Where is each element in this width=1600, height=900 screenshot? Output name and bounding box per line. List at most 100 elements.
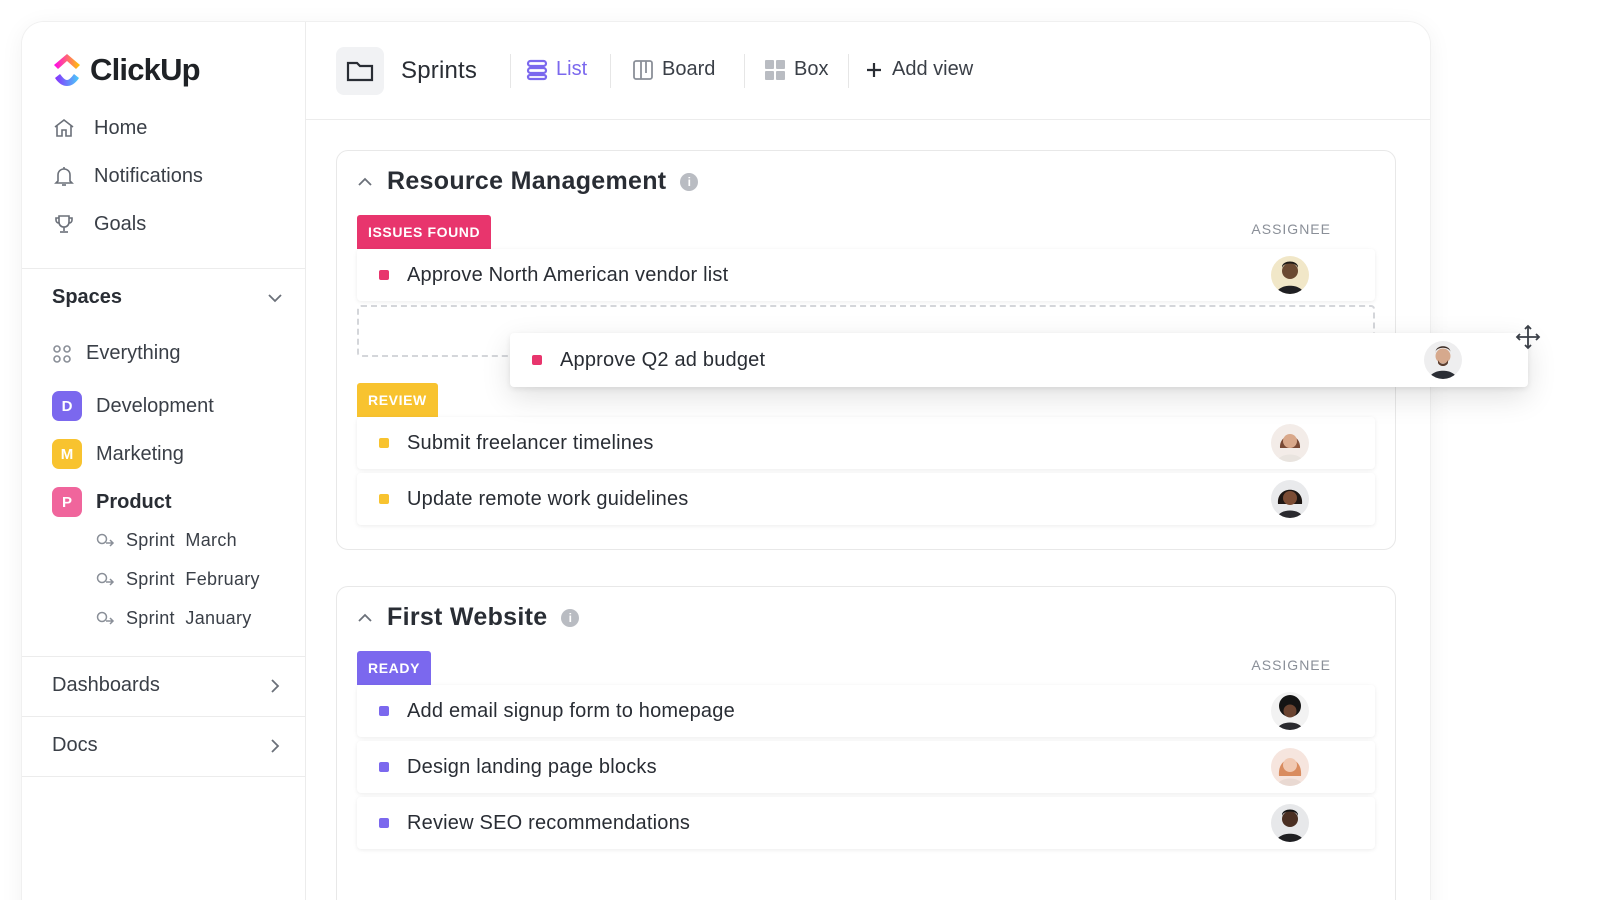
tab-label: List [556, 58, 588, 80]
avatar[interactable] [1271, 804, 1309, 842]
sidebar-item-home[interactable]: Home [52, 116, 147, 140]
page-title: Sprints [401, 57, 478, 84]
avatar[interactable] [1271, 424, 1309, 462]
assignee-column-header: ASSIGNEE [1251, 221, 1331, 237]
info-icon[interactable]: i [680, 172, 699, 191]
task-name: Approve Q2 ad budget [560, 348, 766, 371]
sidebar-divider [22, 268, 306, 269]
sprint-label: Sprint January [126, 608, 252, 628]
sidebar-item-label: Development [96, 394, 214, 417]
tab-board[interactable]: Board [632, 58, 715, 81]
sidebar-item-label: Dashboards [52, 674, 160, 696]
task-status-dot [379, 438, 389, 448]
status-badge[interactable]: READY [357, 651, 432, 685]
assignee-column-header: ASSIGNEE [1251, 657, 1331, 673]
sidebar-item-development[interactable]: D Development [52, 391, 214, 421]
sidebar-item-sprint-january[interactable]: Sprint January [96, 608, 252, 629]
avatar[interactable] [1271, 748, 1309, 786]
group-title: Resource Management [387, 167, 667, 195]
view-separator [848, 54, 849, 88]
avatar[interactable] [1271, 692, 1309, 730]
task-name: Submit freelancer timelines [407, 431, 654, 454]
plus-icon [867, 62, 881, 77]
group-header[interactable]: First Website i [357, 603, 580, 632]
sidebar-item-docs[interactable]: Docs [52, 734, 284, 757]
chevron-up-icon[interactable] [357, 610, 373, 626]
sprint-icon [96, 533, 115, 547]
avatar[interactable] [1424, 341, 1462, 379]
tab-label: Box [794, 58, 829, 80]
clickup-logo-icon [54, 54, 80, 86]
task-row[interactable]: Review SEO recommendations [357, 797, 1375, 849]
trophy-icon [55, 215, 73, 233]
home-icon [54, 118, 74, 137]
task-status-dot [379, 762, 389, 772]
avatar[interactable] [1271, 256, 1309, 294]
info-icon[interactable]: i [561, 608, 580, 627]
sidebar-item-everything[interactable]: Everything [52, 342, 181, 365]
dragging-task-row[interactable]: Approve Q2 ad budget [510, 333, 1528, 387]
status-badge[interactable]: REVIEW [357, 383, 438, 417]
space-avatar: D [52, 391, 82, 421]
task-status-dot [379, 818, 389, 828]
app-name: ClickUp [90, 52, 201, 87]
avatar[interactable] [1271, 480, 1309, 518]
board-icon [633, 59, 653, 80]
task-name: Review SEO recommendations [407, 811, 691, 834]
sidebar-item-marketing[interactable]: M Marketing [52, 439, 184, 469]
space-avatar: M [52, 439, 82, 469]
sidebar-item-label: Product [96, 490, 172, 513]
grid-dots-icon [53, 344, 71, 363]
sidebar-item-sprint-february[interactable]: Sprint February [96, 569, 260, 590]
sidebar-divider [22, 776, 306, 777]
task-status-dot [532, 355, 542, 365]
group-title: First Website [387, 603, 548, 631]
tab-label: Add view [892, 58, 974, 80]
tab-list[interactable]: List [526, 58, 587, 81]
spaces-label: Spaces [52, 286, 123, 308]
top-bar: Sprints List Board Box Add view [306, 22, 1430, 120]
move-icon[interactable] [1514, 323, 1542, 351]
view-separator [744, 54, 745, 88]
task-row[interactable]: Design landing page blocks [357, 741, 1375, 793]
add-view-button[interactable]: Add view [864, 58, 973, 81]
bell-icon [54, 167, 74, 186]
chevron-down-icon[interactable] [266, 289, 284, 307]
sidebar-item-product[interactable]: P Product [52, 487, 172, 517]
sidebar-item-label: Home [94, 116, 148, 139]
status-badge[interactable]: ISSUES FOUND [357, 215, 492, 249]
sidebar-item-label: Everything [86, 342, 181, 364]
tab-box[interactable]: Box [764, 58, 828, 81]
clickup-logo[interactable]: ClickUp [52, 52, 201, 88]
task-status-dot [379, 270, 389, 280]
spaces-header[interactable]: Spaces [52, 286, 284, 309]
sprint-label: Sprint February [126, 569, 260, 589]
sidebar-item-dashboards[interactable]: Dashboards [52, 674, 284, 697]
chevron-up-icon[interactable] [357, 174, 373, 190]
view-separator [510, 54, 511, 88]
list-icon [526, 59, 548, 80]
folder-button[interactable] [336, 47, 384, 95]
group-header[interactable]: Resource Management i [357, 167, 699, 196]
chevron-right-icon [271, 738, 280, 753]
task-row[interactable]: Submit freelancer timelines [357, 417, 1375, 469]
sidebar: ClickUp Home Notifications Goals Spaces … [22, 22, 306, 900]
sidebar-item-label: Notifications [94, 164, 203, 187]
task-name: Design landing page blocks [407, 755, 657, 778]
sidebar-item-sprint-march[interactable]: Sprint March [96, 530, 237, 551]
chevron-right-icon [271, 678, 280, 693]
sidebar-item-label: Marketing [96, 442, 184, 465]
tab-label: Board [662, 58, 716, 80]
task-row[interactable]: Add email signup form to homepage [357, 685, 1375, 737]
main-content: Resource Management i ISSUES FOUND ASSIG… [306, 121, 1430, 900]
task-name: Approve North American vendor list [407, 263, 729, 286]
task-row[interactable]: Update remote work guidelines [357, 473, 1375, 525]
app-window: ClickUp Home Notifications Goals Spaces … [22, 22, 1430, 900]
sidebar-divider [22, 656, 306, 657]
sprint-icon [96, 572, 115, 586]
task-row[interactable]: Approve North American vendor list [357, 249, 1375, 301]
sprint-icon [96, 611, 115, 625]
sidebar-item-notifications[interactable]: Notifications [52, 164, 203, 188]
task-status-dot [379, 706, 389, 716]
sidebar-item-goals[interactable]: Goals [52, 212, 146, 236]
